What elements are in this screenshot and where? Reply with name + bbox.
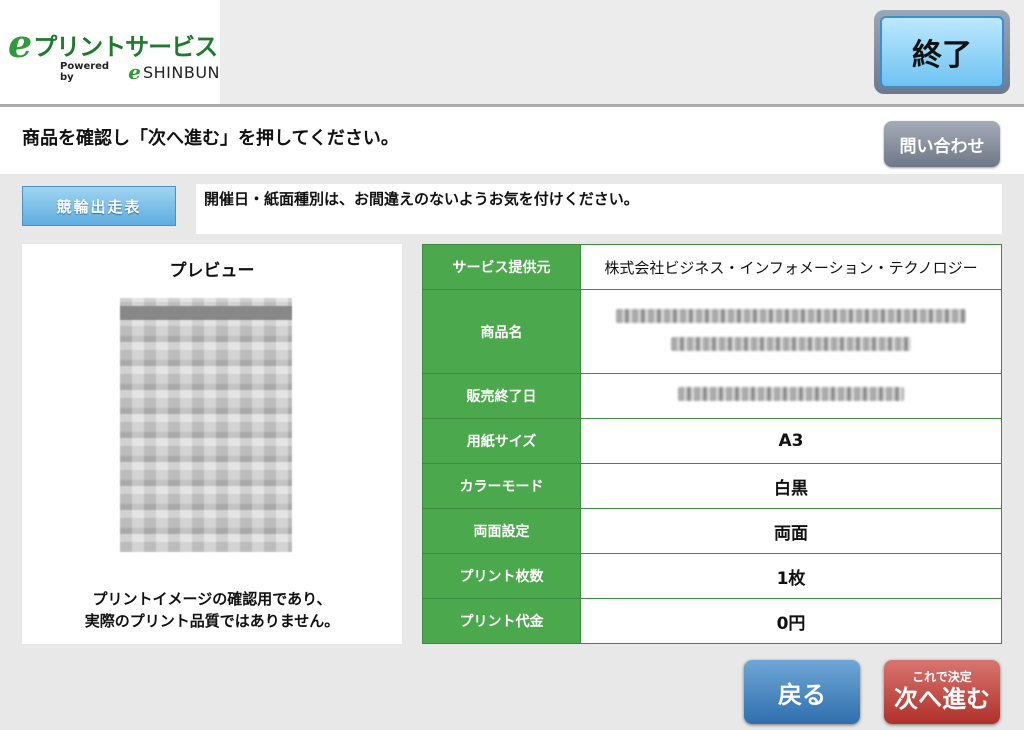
- product-details-table: サービス提供元 株式会社ビジネス・インフォメーション・テクノロジー 商品名 販売…: [422, 244, 1002, 644]
- table-row: プリント枚数 1枚: [422, 553, 1002, 599]
- header-bar: e プリントサービス Powered by e SHINBUN 終了: [0, 0, 1024, 104]
- notice-text: 開催日・紙面種別は、お間違えのないようお気を付けください。: [196, 184, 1002, 234]
- service-logo: e プリントサービス Powered by e SHINBUN: [0, 0, 220, 104]
- powered-brand: SHINBUN: [142, 62, 220, 82]
- row-label-copies: プリント枚数: [422, 553, 581, 599]
- preview-note-line2: 実際のプリント品質ではありません。: [84, 612, 340, 630]
- inquiry-button[interactable]: 問い合わせ: [884, 121, 1000, 167]
- table-row: 販売終了日: [422, 373, 1002, 419]
- back-button[interactable]: 戻る: [744, 660, 860, 724]
- row-value-provider: 株式会社ビジネス・インフォメーション・テクノロジー: [580, 244, 1002, 290]
- redacted-text: [616, 308, 966, 323]
- table-row: サービス提供元 株式会社ビジネス・インフォメーション・テクノロジー: [422, 244, 1002, 290]
- row-label-product-name: 商品名: [422, 289, 581, 374]
- row-value-sale-end-redacted: [580, 373, 1002, 419]
- powered-e-mark: e: [128, 60, 141, 84]
- end-button[interactable]: 終了: [874, 10, 1010, 94]
- table-row: 両面設定 両面: [422, 508, 1002, 554]
- row-value-paper-size: A3: [580, 418, 1002, 464]
- row-value-color-mode: 白黒: [580, 463, 1002, 509]
- instruction-bar: 商品を確認し「次へ進む」を押してください。 問い合わせ: [0, 104, 1024, 174]
- preview-panel: プレビュー プリントイメージの確認用であり、 実際のプリント品質ではありません。: [22, 244, 402, 644]
- instruction-text: 商品を確認し「次へ進む」を押してください。: [22, 128, 399, 149]
- powered-by-label: Powered by: [60, 61, 110, 83]
- end-button-label[interactable]: 終了: [880, 16, 1004, 88]
- row-label-price: プリント代金: [422, 598, 581, 644]
- table-row: カラーモード 白黒: [422, 463, 1002, 509]
- preview-note-line1: プリントイメージの確認用であり、: [92, 590, 332, 608]
- table-row: 用紙サイズ A3: [422, 418, 1002, 464]
- row-label-sale-end: 販売終了日: [422, 373, 581, 419]
- row-label-duplex: 両面設定: [422, 508, 581, 554]
- next-button-label: 次へ進む: [894, 685, 990, 713]
- redacted-text: [671, 336, 911, 351]
- row-label-paper-size: 用紙サイズ: [422, 418, 581, 464]
- preview-title: プレビュー: [169, 261, 255, 281]
- logo-text: プリントサービス: [33, 33, 218, 61]
- logo-e-mark: e: [8, 21, 33, 66]
- preview-image: [120, 298, 292, 552]
- row-value-price: 0円: [580, 598, 1002, 644]
- next-button[interactable]: これで決定 次へ進む: [884, 660, 1000, 724]
- row-value-duplex: 両面: [580, 508, 1002, 554]
- preview-note: プリントイメージの確認用であり、 実際のプリント品質ではありません。: [22, 588, 402, 632]
- table-row: プリント代金 0円: [422, 598, 1002, 644]
- next-button-caption: これで決定: [912, 670, 972, 684]
- table-row: 商品名: [422, 289, 1002, 374]
- category-badge: 競輪出走表: [22, 186, 176, 226]
- row-value-product-name-redacted: [580, 289, 1002, 374]
- row-value-copies: 1枚: [580, 553, 1002, 599]
- redacted-text: [678, 387, 904, 401]
- row-label-color-mode: カラーモード: [422, 463, 581, 509]
- row-label-provider: サービス提供元: [422, 244, 581, 290]
